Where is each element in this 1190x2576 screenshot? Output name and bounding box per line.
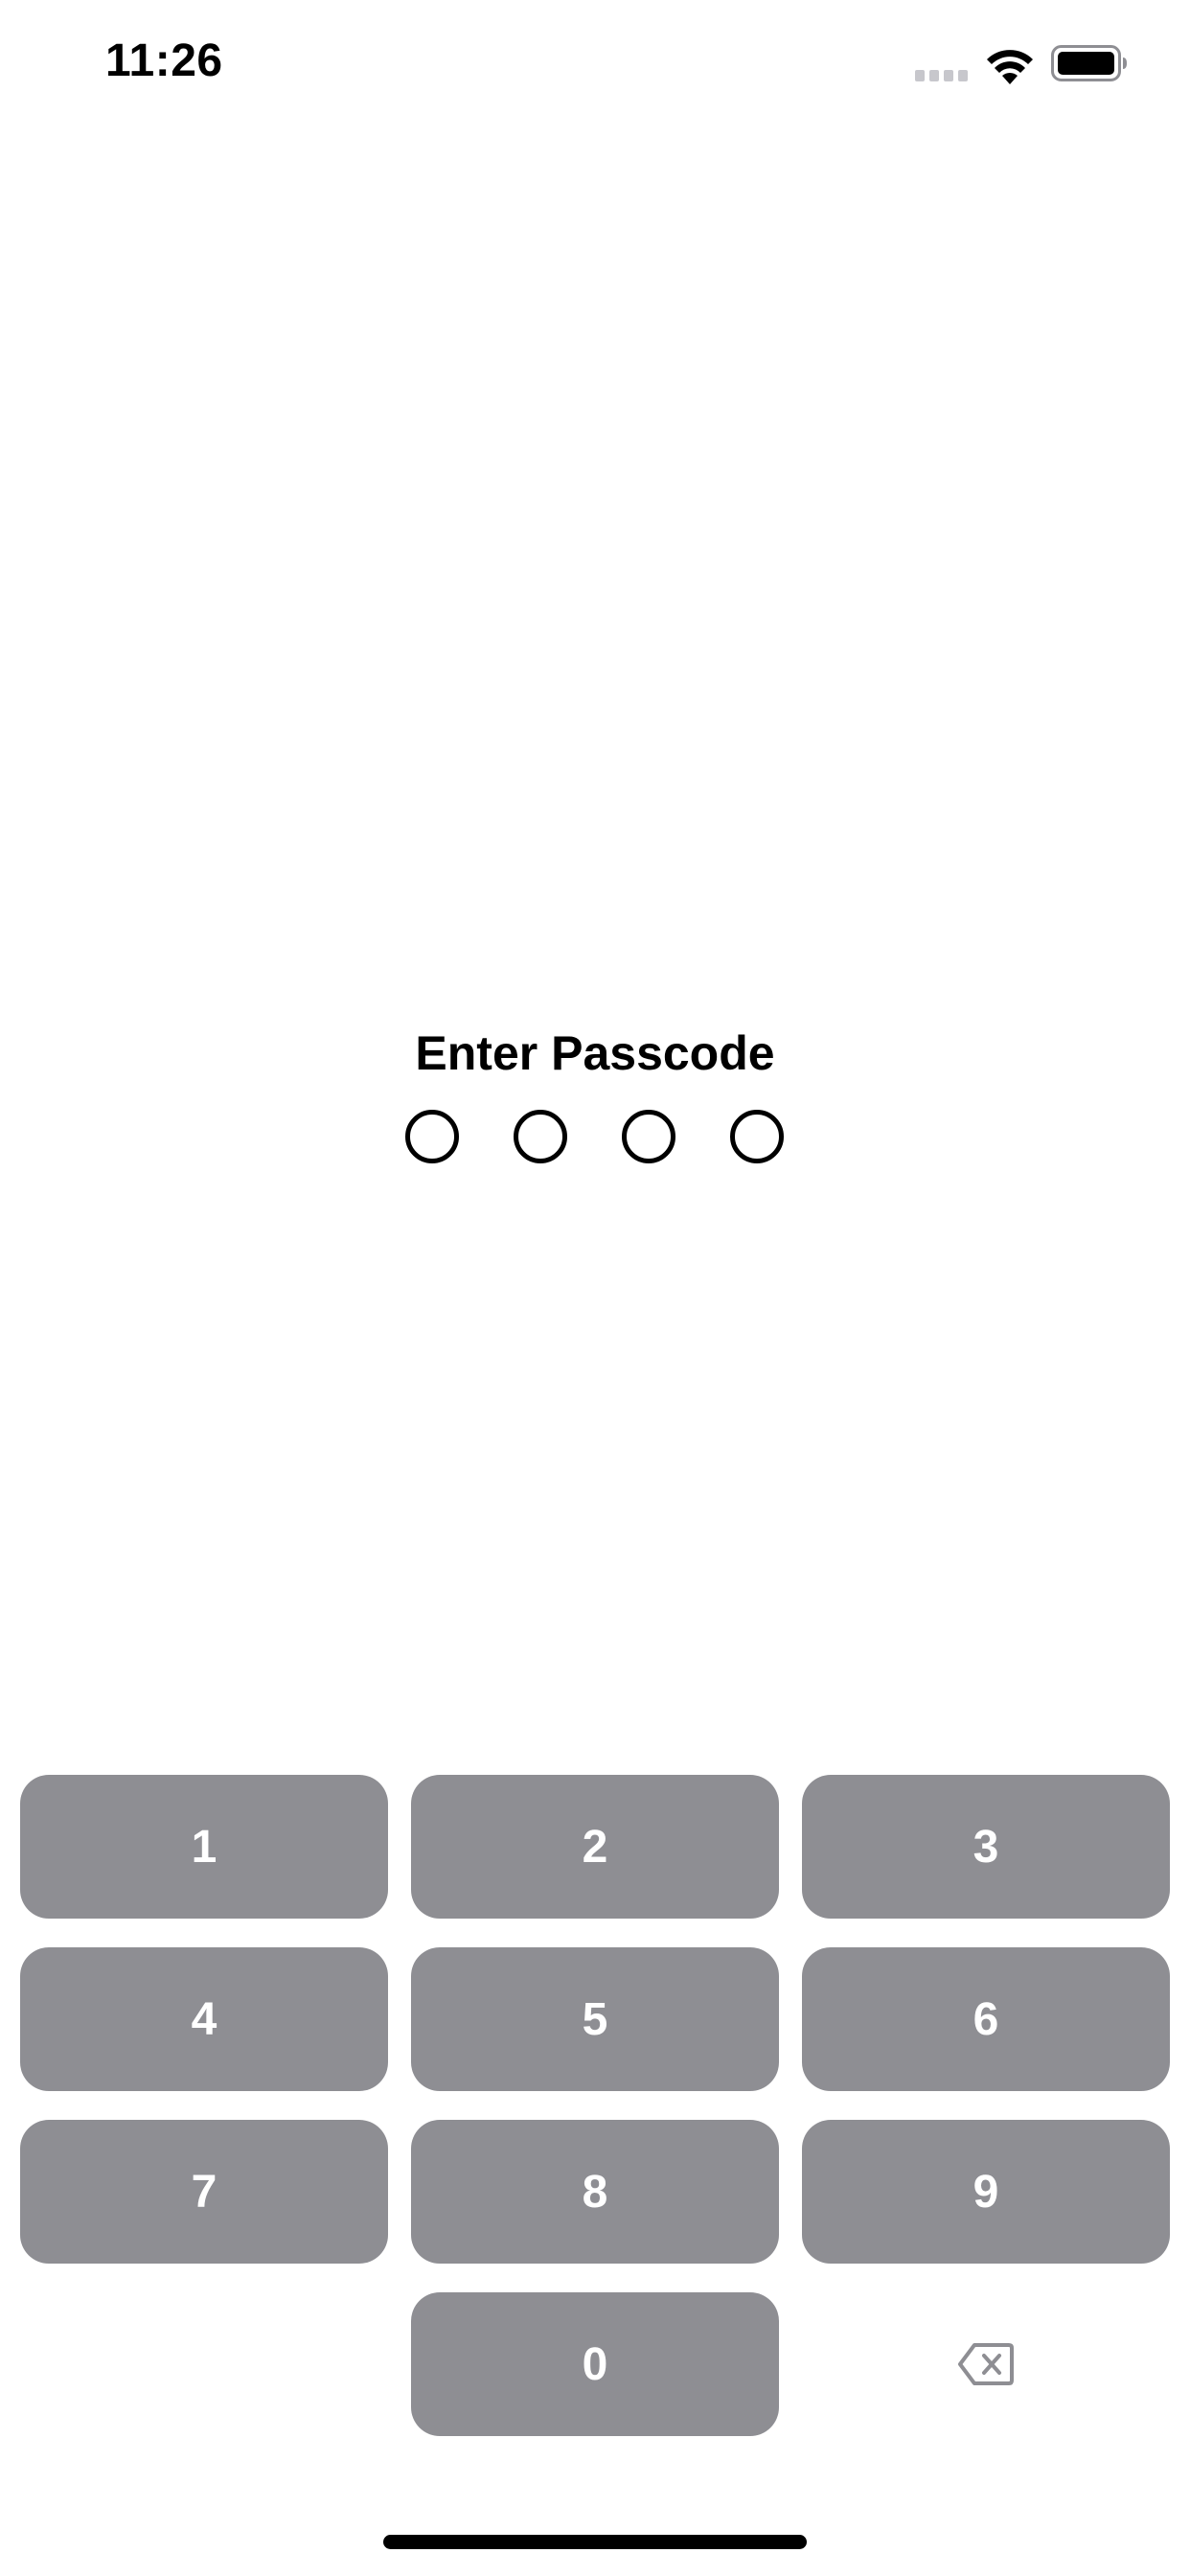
key-2[interactable]: 2: [411, 1775, 779, 1919]
key-8[interactable]: 8: [411, 2120, 779, 2264]
delete-button[interactable]: [802, 2292, 1170, 2436]
key-5[interactable]: 5: [411, 1947, 779, 2091]
home-indicator[interactable]: [383, 2535, 807, 2549]
key-4[interactable]: 4: [20, 1947, 388, 2091]
key-9[interactable]: 9: [802, 2120, 1170, 2264]
key-0[interactable]: 0: [411, 2292, 779, 2436]
key-7[interactable]: 7: [20, 2120, 388, 2264]
key-6[interactable]: 6: [802, 1947, 1170, 2091]
numeric-keypad: 1 2 3 4 5 6 7 8 9 0: [0, 0, 1190, 2576]
delete-backspace-icon: [958, 2343, 1014, 2385]
key-1[interactable]: 1: [20, 1775, 388, 1919]
key-3[interactable]: 3: [802, 1775, 1170, 1919]
